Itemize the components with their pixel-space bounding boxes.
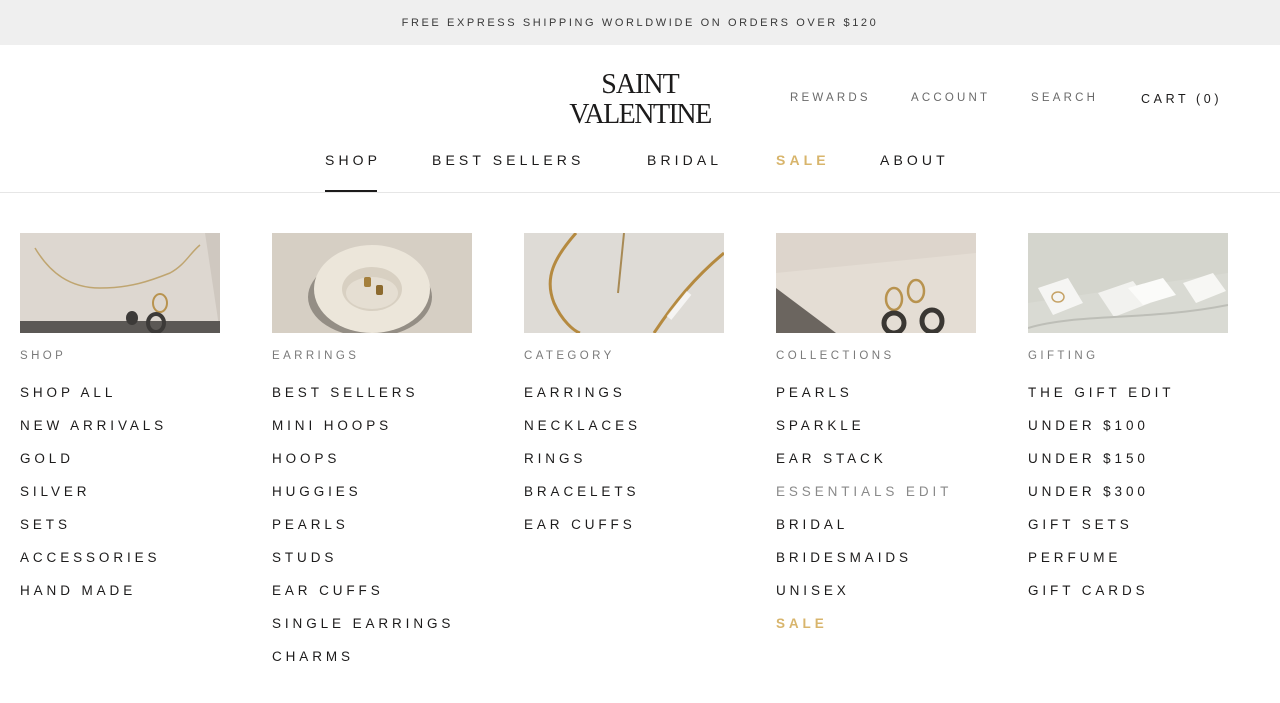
necklace-and-hoops-image[interactable] — [20, 233, 220, 333]
menu-item[interactable]: SHOP ALL — [20, 385, 230, 418]
menu-item[interactable]: NECKLACES — [524, 418, 734, 451]
menu-item[interactable]: HAND MADE — [20, 583, 230, 616]
search-link[interactable]: SEARCH — [1031, 92, 1098, 108]
nav-best-sellers[interactable]: BEST SELLERS — [432, 152, 584, 192]
site-header: SAINT VALENTINE REWARDS ACCOUNT SEARCH C… — [0, 45, 1280, 193]
rewards-link[interactable]: REWARDS — [790, 92, 871, 108]
menu-item[interactable]: UNISEX — [776, 583, 986, 616]
menu-item[interactable]: CHARMS — [272, 649, 482, 682]
menu-item[interactable]: SINGLE EARRINGS — [272, 616, 482, 649]
account-link[interactable]: ACCOUNT — [911, 92, 990, 108]
announcement-text: FREE EXPRESS SHIPPING WORLDWIDE ON ORDER… — [401, 16, 879, 29]
hoop-earrings-image[interactable] — [776, 233, 976, 333]
menu-item[interactable]: SILVER — [20, 484, 230, 517]
menu-item[interactable]: SPARKLE — [776, 418, 986, 451]
svg-text:VALENTINE: VALENTINE — [569, 99, 711, 127]
menu-column-collections: COLLECTIONS PEARLS SPARKLE EAR STACK ESS… — [776, 233, 986, 649]
menu-heading-earrings: EARRINGS — [272, 350, 360, 362]
menu-item[interactable]: BRIDAL — [776, 517, 986, 550]
menu-item[interactable]: THE GIFT EDIT — [1028, 385, 1238, 418]
nav-about[interactable]: ABOUT — [880, 152, 949, 192]
menu-item[interactable]: HUGGIES — [272, 484, 482, 517]
menu-item[interactable]: PEARLS — [776, 385, 986, 418]
menu-item[interactable]: HOOPS — [272, 451, 482, 484]
menu-column-shop: SHOP SHOP ALL NEW ARRIVALS GOLD SILVER S… — [20, 233, 230, 616]
cart-link[interactable]: CART (0) — [1141, 92, 1222, 108]
menu-item[interactable]: PERFUME — [1028, 550, 1238, 583]
menu-item[interactable]: UNDER $150 — [1028, 451, 1238, 484]
menu-item[interactable]: PEARLS — [272, 517, 482, 550]
nav-shop[interactable]: SHOP — [325, 152, 381, 192]
menu-item[interactable]: BRIDESMAIDS — [776, 550, 986, 583]
menu-heading-gifting: GIFTING — [1028, 350, 1099, 362]
svg-text:SAINT: SAINT — [601, 69, 679, 100]
menu-item[interactable]: EAR STACK — [776, 451, 986, 484]
menu-item[interactable]: EAR CUFFS — [524, 517, 734, 550]
menu-column-earrings: EARRINGS BEST SELLERS MINI HOOPS HOOPS H… — [272, 233, 482, 682]
menu-item[interactable]: GOLD — [20, 451, 230, 484]
menu-item[interactable]: BRACELETS — [524, 484, 734, 517]
menu-item[interactable]: GIFT SETS — [1028, 517, 1238, 550]
brand-logo[interactable]: SAINT VALENTINE — [560, 69, 720, 130]
menu-column-category: CATEGORY EARRINGS NECKLACES RINGS BRACEL… — [524, 233, 734, 550]
snake-chain-image[interactable] — [524, 233, 724, 333]
menu-item[interactable]: EARRINGS — [524, 385, 734, 418]
menu-item[interactable]: EAR CUFFS — [272, 583, 482, 616]
nav-bridal[interactable]: BRIDAL — [647, 152, 722, 192]
menu-item[interactable]: UNDER $100 — [1028, 418, 1238, 451]
menu-item[interactable]: SETS — [20, 517, 230, 550]
menu-item[interactable]: NEW ARRIVALS — [20, 418, 230, 451]
menu-column-gifting: GIFTING THE GIFT EDIT UNDER $100 UNDER $… — [1028, 233, 1238, 616]
earrings-in-dish-image[interactable] — [272, 233, 472, 333]
menu-item[interactable]: MINI HOOPS — [272, 418, 482, 451]
announcement-bar: FREE EXPRESS SHIPPING WORLDWIDE ON ORDER… — [0, 0, 1280, 45]
menu-item-muted[interactable]: ESSENTIALS EDIT — [776, 484, 986, 517]
menu-item[interactable]: RINGS — [524, 451, 734, 484]
menu-item[interactable]: ACCESSORIES — [20, 550, 230, 583]
menu-item-sale[interactable]: SALE — [776, 616, 986, 649]
gift-boxes-image[interactable] — [1028, 233, 1228, 333]
menu-item[interactable]: GIFT CARDS — [1028, 583, 1238, 616]
menu-heading-shop: SHOP — [20, 350, 67, 362]
menu-item[interactable]: STUDS — [272, 550, 482, 583]
menu-heading-category: CATEGORY — [524, 350, 615, 362]
menu-item[interactable]: BEST SELLERS — [272, 385, 482, 418]
menu-item[interactable]: UNDER $300 — [1028, 484, 1238, 517]
nav-sale[interactable]: SALE — [776, 152, 830, 192]
menu-heading-collections: COLLECTIONS — [776, 350, 895, 362]
